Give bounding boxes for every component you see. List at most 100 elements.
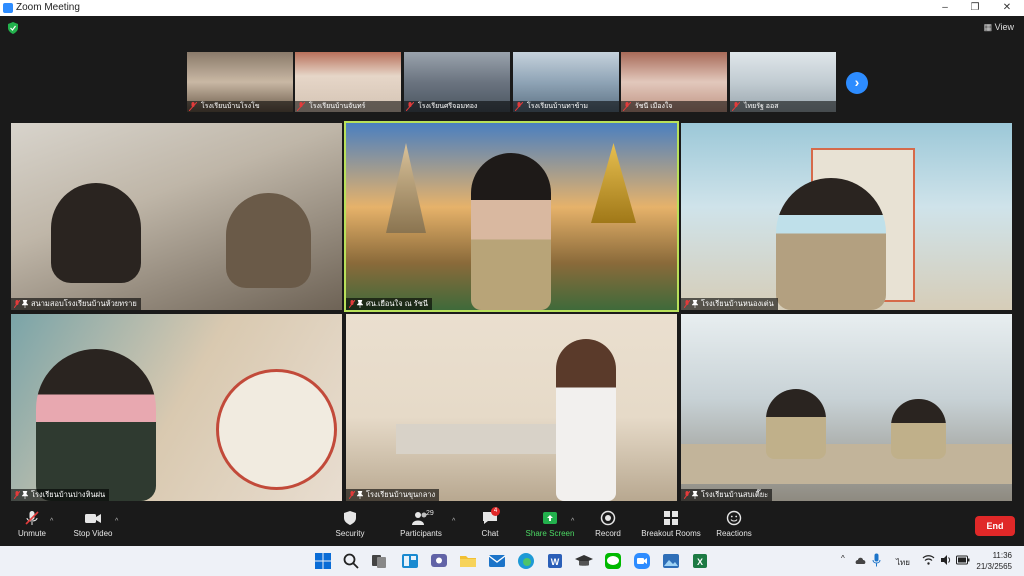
cloud-icon[interactable] [855, 554, 866, 567]
participant-name: โรงเรียนบ้านโรงโข [201, 103, 260, 110]
stop-video-label: Stop Video [73, 529, 113, 538]
security-label: Security [335, 529, 365, 538]
participant-figure [51, 183, 141, 283]
wifi-icon[interactable] [922, 554, 935, 566]
filmstrip-video[interactable]: รัชนี เมืองใจ [621, 52, 727, 112]
video-tile[interactable]: โรงเรียนบ้านหนองเต่น [681, 123, 1012, 310]
widgets-icon[interactable] [400, 551, 420, 571]
zoom-app-icon [3, 3, 13, 13]
search-icon[interactable] [341, 551, 361, 571]
security-button[interactable]: Security [330, 510, 370, 538]
mic-muted-icon [189, 102, 197, 111]
mic-muted-icon [349, 300, 355, 308]
system-clock[interactable]: 11:36 21/3/2565 [976, 550, 1012, 572]
video-tile[interactable]: โรงเรียนบ้านขุนกลาง [346, 314, 677, 501]
chevron-up-icon[interactable]: ^ [841, 554, 845, 563]
participants-button[interactable]: 29 Participants [395, 510, 447, 538]
participant-figure [36, 349, 156, 501]
windows-taskbar: W X ^ ไทย 11:36 21/3/2565 [0, 546, 1024, 576]
mic-muted-icon [14, 491, 20, 499]
graduation-cap-icon[interactable] [574, 551, 594, 571]
participants-options-caret[interactable]: ^ [452, 518, 455, 525]
breakout-rooms-icon [664, 511, 678, 525]
video-tile[interactable]: โรงเรียนบ้านสบเตี๊ยะ [681, 314, 1012, 501]
mail-icon[interactable] [487, 551, 507, 571]
reactions-button[interactable]: Reactions [712, 510, 756, 538]
filmstrip-video[interactable]: โรงเรียนบ้านทาข้าม [513, 52, 619, 112]
participant-name: ไทยรัฐ ออส [744, 103, 779, 110]
mic-muted-icon [684, 300, 690, 308]
background-table [396, 424, 566, 454]
record-label: Record [595, 529, 621, 538]
participant-name: โรงเรียนบ้านขุนกลาง [366, 490, 436, 499]
view-button[interactable]: ▦ View [984, 22, 1014, 33]
participant-name: โรงเรียนศรีจอมทอง [418, 103, 478, 110]
microphone-icon[interactable] [872, 553, 881, 567]
mic-muted-icon [406, 102, 414, 111]
clock-time: 11:36 [992, 551, 1012, 560]
chat-button[interactable]: 4 Chat [474, 507, 506, 538]
shield-icon [344, 511, 356, 525]
minimize-button[interactable]: – [930, 0, 960, 16]
filmstrip-video[interactable]: โรงเรียนบ้านจันทร์ [295, 52, 401, 112]
clock-date: 21/3/2565 [976, 562, 1012, 571]
video-tile[interactable]: โรงเรียนบ้านปางหินฝน [11, 314, 342, 501]
participant-name: โรงเรียนบ้านปางหินฝน [31, 490, 106, 499]
share-screen-icon [543, 512, 557, 524]
reactions-label: Reactions [716, 529, 752, 538]
meeting-toolbar: Unmute ^ Stop Video ^ Security 29 Partic… [0, 506, 1024, 546]
chevron-right-icon: › [854, 74, 860, 90]
speaker-icon[interactable] [940, 554, 952, 566]
task-view-icon[interactable] [369, 551, 389, 571]
window-title: Zoom Meeting [16, 2, 80, 13]
pin-icon [357, 491, 363, 499]
line-messenger-icon[interactable] [603, 551, 623, 571]
pin-icon [22, 300, 28, 308]
battery-icon[interactable] [956, 555, 970, 565]
filmstrip-video[interactable]: โรงเรียนศรีจอมทอง [404, 52, 510, 112]
unmute-button[interactable]: Unmute [12, 510, 52, 538]
chat-unread-badge: 4 [491, 507, 500, 516]
participant-name: รัชนี เมืองใจ [635, 103, 673, 110]
photos-icon[interactable] [661, 551, 681, 571]
file-explorer-icon[interactable] [458, 551, 478, 571]
filmstrip-video[interactable]: ไทยรัฐ ออส [730, 52, 836, 112]
pin-icon [22, 491, 28, 499]
chat-label: Chat [481, 529, 499, 538]
restore-button[interactable]: ❐ [960, 0, 990, 16]
video-tile-active-speaker[interactable]: ศน.เยือนใจ ณ รัชนี [344, 121, 679, 312]
excel-icon[interactable]: X [690, 551, 710, 571]
video-options-caret[interactable]: ^ [115, 518, 118, 525]
word-icon[interactable]: W [545, 551, 565, 571]
unmute-label: Unmute [17, 529, 46, 538]
mic-muted-icon [623, 102, 631, 111]
breakout-rooms-button[interactable]: Breakout Rooms [638, 510, 704, 538]
participants-count: 29 [426, 510, 434, 517]
share-screen-button[interactable]: Share Screen [524, 510, 576, 538]
meeting-top-bar: ▦ View [0, 16, 1024, 40]
zoom-app-icon[interactable] [632, 551, 652, 571]
share-options-caret[interactable]: ^ [571, 518, 574, 525]
pin-icon [692, 491, 698, 499]
end-meeting-button[interactable]: End [975, 516, 1015, 536]
audio-options-caret[interactable]: ^ [50, 518, 53, 525]
pin-icon [692, 300, 698, 308]
record-button[interactable]: Record [590, 510, 626, 538]
input-language[interactable]: ไทย [896, 556, 910, 569]
stop-video-button[interactable]: Stop Video [70, 510, 116, 538]
close-button[interactable]: ✕ [992, 0, 1022, 16]
video-tile[interactable]: สนามสอบโรงเรียนบ้านห้วยทราย [11, 123, 342, 310]
participant-figure [891, 399, 946, 459]
shield-icon[interactable] [8, 22, 18, 34]
teams-chat-icon[interactable] [429, 551, 449, 571]
participant-figure [776, 178, 886, 310]
mic-muted-icon [349, 491, 355, 499]
mic-muted-icon [14, 300, 20, 308]
participant-name: โรงเรียนบ้านจันทร์ [309, 103, 366, 110]
participant-name: ศน.เยือนใจ ณ รัชนี [366, 299, 428, 308]
filmstrip-video[interactable]: โรงเรียนบ้านโรงโข [187, 52, 293, 112]
filmstrip-next-button[interactable]: › [846, 72, 868, 94]
edge-browser-icon[interactable] [516, 551, 536, 571]
participant-name: โรงเรียนบ้านสบเตี๊ยะ [701, 490, 769, 499]
windows-start-icon[interactable] [313, 551, 333, 571]
